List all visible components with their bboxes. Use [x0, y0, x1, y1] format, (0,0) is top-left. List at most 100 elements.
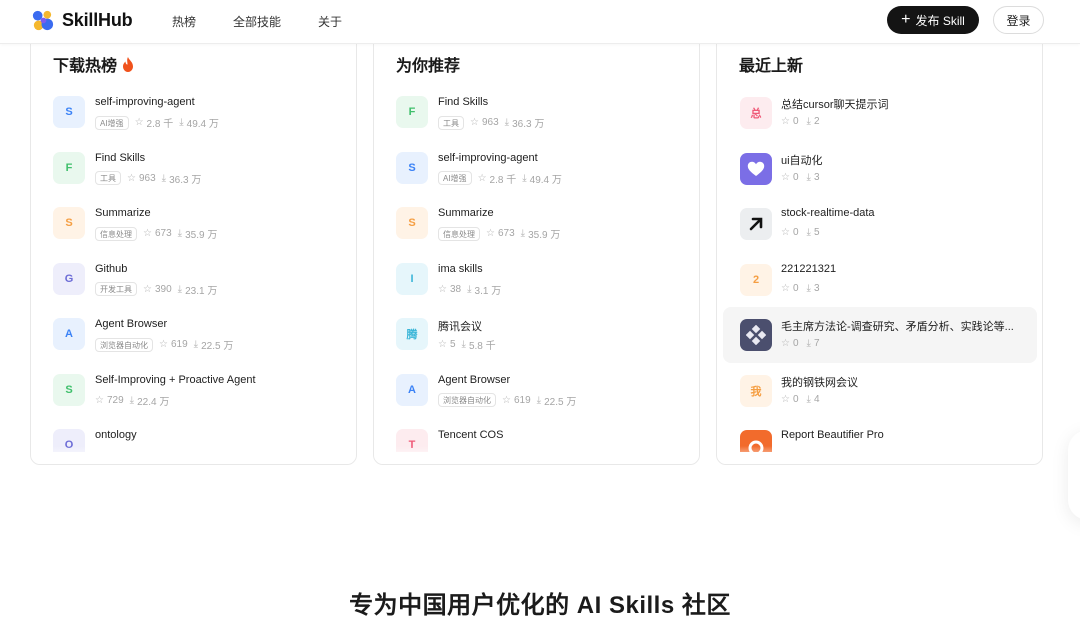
- nav-about[interactable]: 关于: [318, 13, 342, 30]
- skill-list-item[interactable]: T Tencent COS: [374, 420, 699, 452]
- skill-avatar: S: [53, 207, 85, 239]
- download-count: ⤓ 3: [807, 172, 820, 183]
- diamond-grid-icon: [746, 325, 766, 345]
- star-icon: ☆: [477, 172, 487, 184]
- skill-name: Report Beautifier Pro: [781, 429, 884, 441]
- recent-skill-item[interactable]: Report Beautifier Pro: [723, 418, 1037, 452]
- skill-avatar: 总: [740, 97, 772, 129]
- download-count-value: 7: [813, 338, 820, 349]
- star-count: ☆ 0: [781, 394, 799, 405]
- category-tag: 浏览器自动化: [95, 337, 153, 352]
- download-count: ⤓ 2: [807, 116, 820, 127]
- skill-meta: AI增强 ☆ 2.8 千 ⤓ 49.4 万: [95, 115, 219, 130]
- star-count: ☆ 0: [781, 116, 799, 127]
- recent-skill-item[interactable]: ui自动化 ☆ 0 ⤓ 3: [723, 141, 1037, 197]
- star-count: ☆ 673: [486, 228, 515, 239]
- skill-list-item[interactable]: G Github 开发工具 ☆ 390 ⤓ 23.1 万: [31, 254, 356, 310]
- download-count-value: 36.3 万: [169, 174, 202, 186]
- login-button[interactable]: 登录: [993, 6, 1044, 34]
- skill-avatar: 腾: [396, 318, 428, 350]
- download-count: ⤓ 36.3 万: [505, 115, 545, 130]
- recent-skill-item[interactable]: 2 221221321 ☆ 0 ⤓ 3: [723, 252, 1037, 308]
- skill-meta: 信息处理 ☆ 673 ⤓ 35.9 万: [438, 226, 560, 241]
- download-icon: ⤓: [522, 172, 527, 184]
- star-icon: ☆: [438, 339, 447, 350]
- star-icon: ☆: [781, 116, 790, 127]
- download-count-value: 22.5 万: [544, 396, 577, 408]
- recent-panel: 最近上新 总总结cursor聊天提示词 ☆ 0 ⤓ 2 ui自动化 ☆ 0 ⤓ 3 stock-re…: [716, 30, 1043, 465]
- panel-title-text: 为你推荐: [396, 58, 461, 75]
- download-count-value: 22.5 万: [201, 341, 234, 352]
- star-count-value: 5: [449, 339, 456, 350]
- skill-list-item[interactable]: Sself-improving-agent AI增强 ☆ 2.8 千 ⤓ 49.4 万: [31, 87, 356, 143]
- download-icon: ⤓: [536, 394, 542, 406]
- star-icon: ☆: [781, 282, 790, 294]
- star-count: ☆ 0: [781, 338, 799, 349]
- skill-list-item[interactable]: Iima skills ☆ 38 ⤓ 3.1 万: [374, 254, 699, 310]
- logo-text: SkillHub: [62, 10, 133, 30]
- star-count-value: 390: [154, 283, 172, 295]
- recommend-list: F Find Skills 工具 ☆ 963 ⤓ 36.3 万 Sself-improving…: [374, 87, 699, 452]
- hot-list: Sself-improving-agent AI增强 ☆ 2.8 千 ⤓ 49.4 万FF…: [31, 87, 356, 452]
- skill-list-item[interactable]: S Summarize 信息处理 ☆ 673 ⤓ 35.9 万: [31, 198, 356, 254]
- star-count: ☆ 38: [438, 284, 461, 295]
- publish-skill-label: 发布 Skill: [915, 13, 965, 28]
- skill-name: self-improving-agent: [95, 96, 195, 108]
- plus-icon: +: [901, 10, 911, 28]
- skill-avatar: A: [53, 318, 85, 350]
- panel-title-text: 最近上新: [739, 58, 804, 75]
- download-icon: ⤓: [520, 228, 526, 239]
- star-count-value: 619: [170, 339, 188, 350]
- recent-skill-item[interactable]: 毛主席方法论-调查研究、矛盾分析、实践论等... ☆ 0 ⤓ 7: [723, 307, 1037, 363]
- download-count: ⤓ 22.5 万: [194, 337, 234, 352]
- download-icon: ⤓: [467, 283, 472, 295]
- category-tag: 信息处理: [95, 226, 137, 241]
- recent-skill-item[interactable]: 总总结cursor聊天提示词 ☆ 0 ⤓ 2: [723, 87, 1037, 141]
- skill-meta: ☆ 5 ⤓ 5.8 千: [438, 337, 496, 352]
- skill-list-item[interactable]: S Summarize 信息处理 ☆ 673 ⤓ 35.9 万: [374, 198, 699, 254]
- skill-list-item[interactable]: Sself-improving-agent AI增强 ☆ 2.8 千 ⤓ 49.4 万: [374, 143, 699, 199]
- download-count: ⤓ 3: [807, 283, 820, 294]
- skill-list-item[interactable]: F Find Skills 工具 ☆ 963 ⤓ 36.3 万: [374, 87, 699, 143]
- download-hot-panel: 下载热榜 Sself-improving-agent AI增强 ☆ 2.8 千 ⤓ 49.…: [30, 30, 357, 465]
- logo[interactable]: SkillHub: [30, 8, 133, 33]
- skill-list-item[interactable]: F Find Skills 工具 ☆ 963 ⤓ 36.3 万: [31, 143, 356, 199]
- skill-name: Find Skills: [95, 151, 146, 164]
- star-count: ☆ 2.8 千: [135, 115, 174, 130]
- skill-avatar: O: [53, 429, 85, 452]
- nav-hot[interactable]: 热榜: [172, 13, 196, 30]
- skill-list-item[interactable]: 腾腾讯会议 ☆ 5 ⤓ 5.8 千: [374, 309, 699, 365]
- skill-meta: ☆ 38 ⤓ 3.1 万: [438, 282, 501, 297]
- skill-name: Self-Improving + Proactive Agent: [95, 373, 256, 386]
- recent-skill-item[interactable]: stock-realtime-data ☆ 0 ⤓ 5: [723, 196, 1037, 252]
- skill-meta: ☆ 0 ⤓ 2: [781, 116, 820, 127]
- skill-list-item[interactable]: Oontology: [31, 420, 356, 452]
- download-icon: ⤓: [461, 339, 466, 350]
- publish-skill-button[interactable]: + 发布 Skill: [887, 6, 979, 34]
- nav-all-skills[interactable]: 全部技能: [233, 13, 281, 30]
- skill-avatar: G: [53, 262, 85, 295]
- download-count: ⤓ 3.1 万: [467, 282, 501, 297]
- recent-list: 总总结cursor聊天提示词 ☆ 0 ⤓ 2 ui自动化 ☆ 0 ⤓ 3 stock-realtim…: [717, 87, 1042, 452]
- main-nav: 热榜 全部技能 关于: [172, 13, 342, 30]
- skill-name: Agent Browser: [438, 373, 511, 386]
- skill-avatar: [740, 319, 772, 351]
- recommend-panel: 为你推荐 F Find Skills 工具 ☆ 963 ⤓ 36.3 万 Sself-impr…: [373, 30, 700, 465]
- download-count-value: 36.3 万: [512, 119, 545, 130]
- recent-skill-item[interactable]: 我我的钢铁网会议 ☆ 0 ⤓ 4: [723, 363, 1037, 419]
- star-icon: ☆: [781, 393, 790, 405]
- star-icon: ☆: [143, 283, 152, 295]
- skill-list-item[interactable]: S Self-Improving + Proactive Agent ☆ 729 ⤓ 22…: [31, 365, 356, 421]
- skill-meta: ☆ 0 ⤓ 5: [781, 227, 820, 238]
- skill-list-item[interactable]: A Agent Browser 浏览器自动化 ☆ 619 ⤓ 22.5 万: [374, 365, 699, 421]
- download-icon: ⤓: [161, 172, 167, 184]
- floating-edge-widget[interactable]: [1068, 430, 1080, 520]
- skill-list-item[interactable]: A Agent Browser 浏览器自动化 ☆ 619 ⤓ 22.5 万: [31, 309, 356, 365]
- skill-avatar: 2: [740, 263, 772, 296]
- skillhub-logo-icon: [32, 10, 54, 31]
- download-count-value: 49.4 万: [186, 119, 219, 130]
- download-count: ⤓ 49.4 万: [179, 115, 219, 130]
- star-count: ☆ 963: [470, 117, 499, 128]
- download-count: ⤓ 4: [807, 394, 820, 405]
- download-icon: ⤓: [129, 394, 135, 406]
